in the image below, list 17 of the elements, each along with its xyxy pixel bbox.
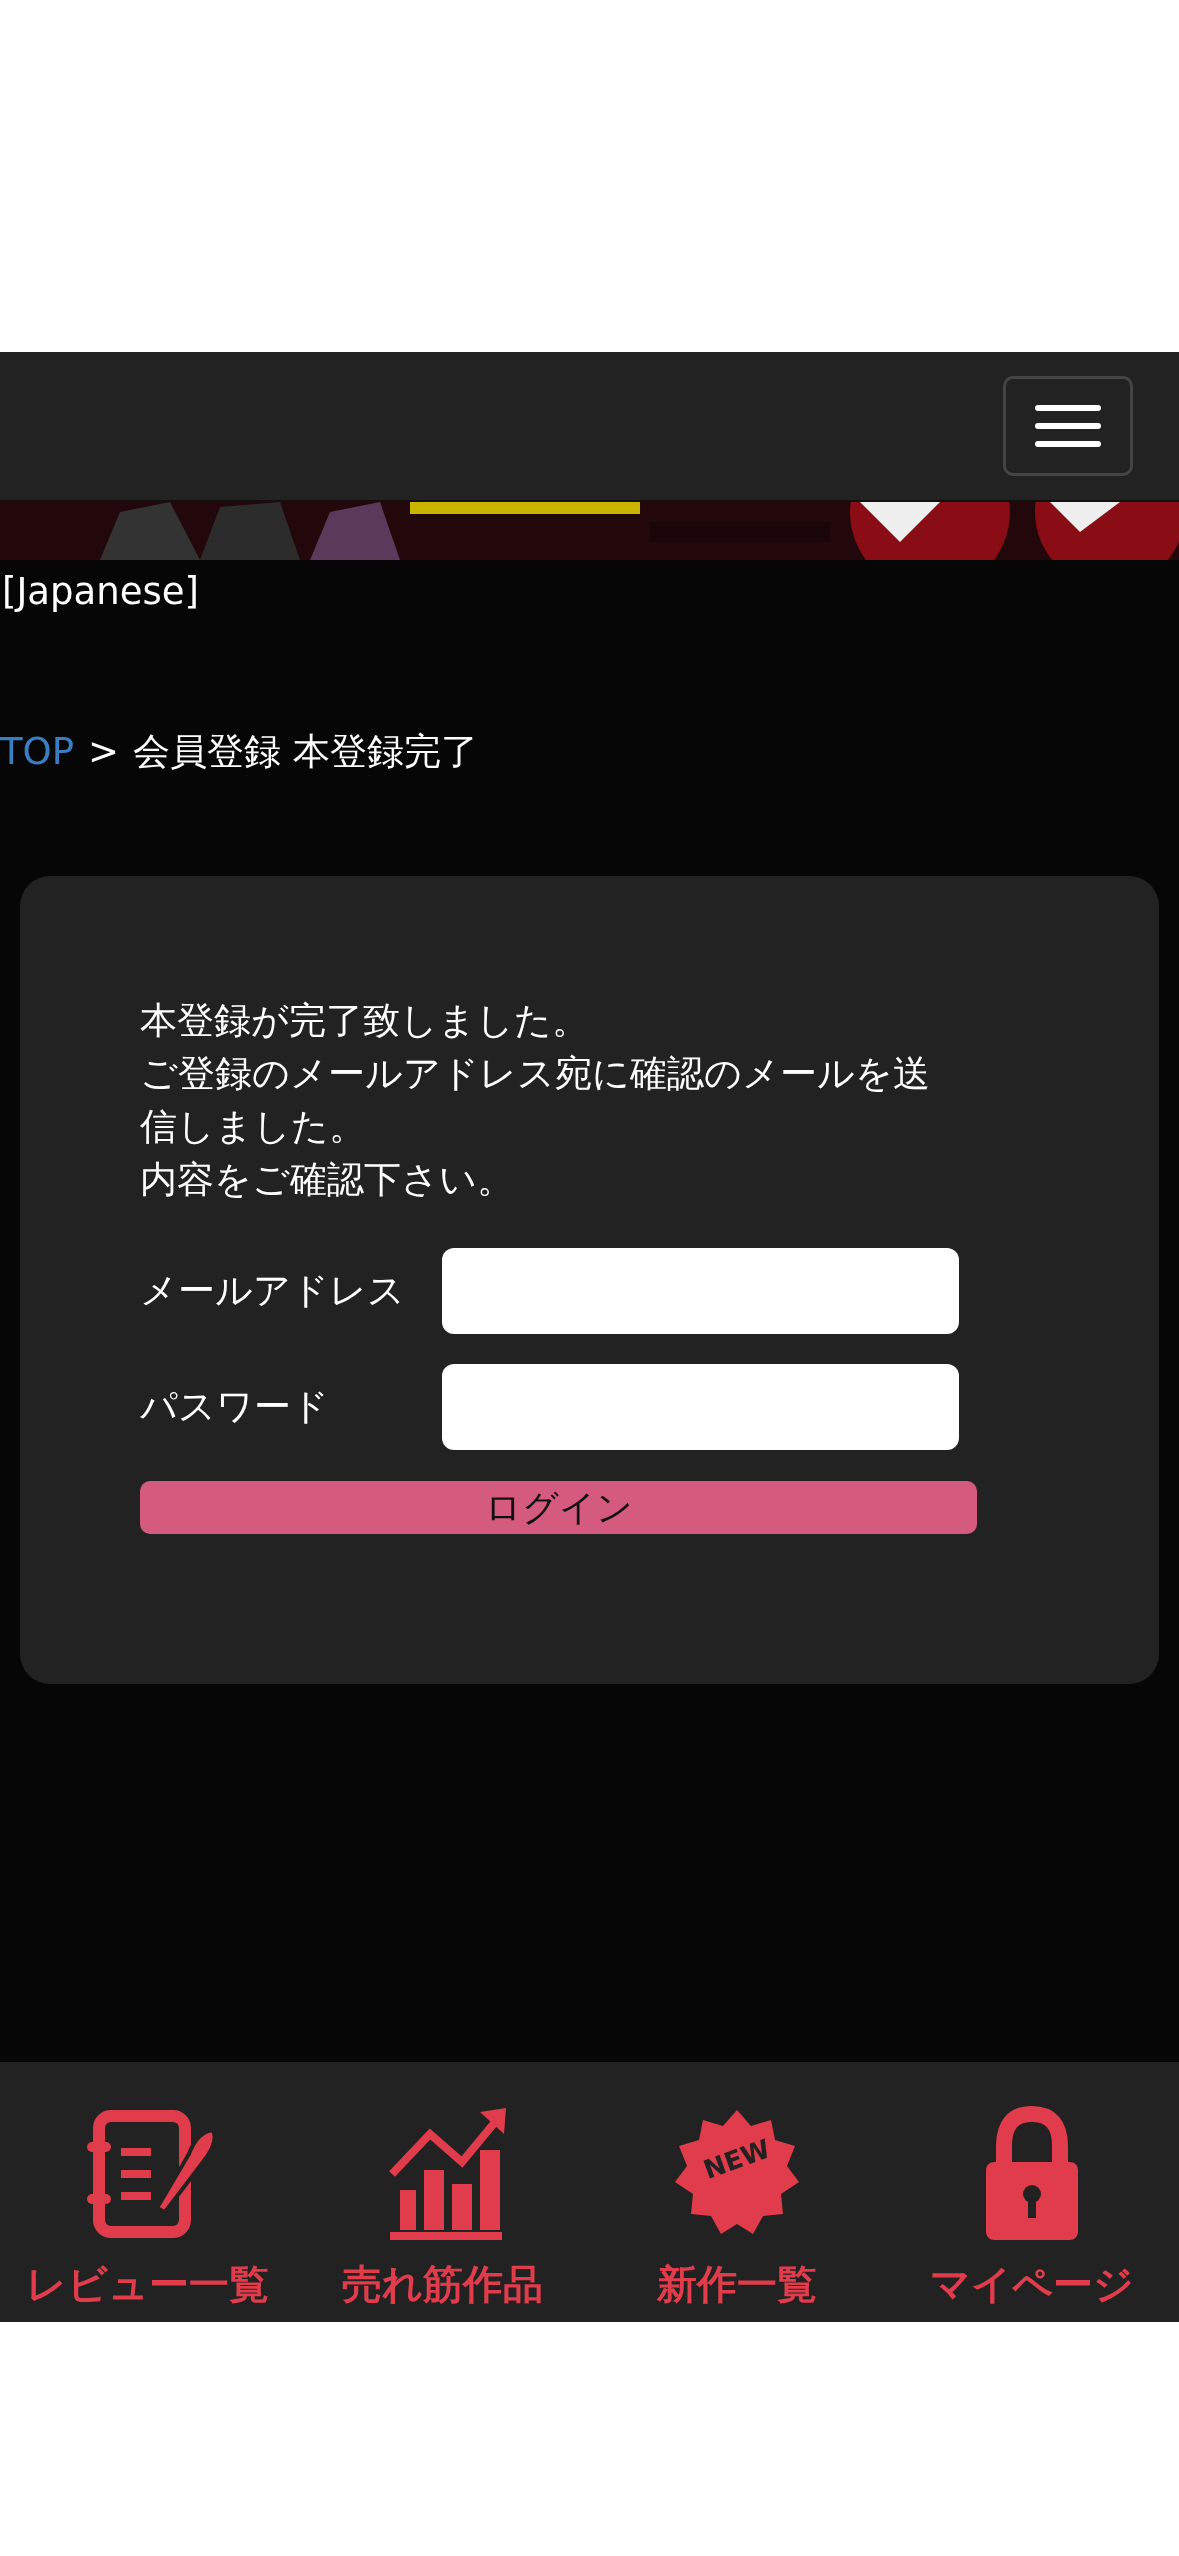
- nav-tab[interactable]: 売れ筋作品: [294, 2062, 590, 2322]
- language-label: [Japanese]: [1, 569, 200, 615]
- breadcrumb-link[interactable]: TOP: [0, 728, 75, 777]
- breadcrumb-current: 会員登録 本登録完了: [133, 729, 478, 776]
- nav-tab[interactable]: マイページ: [884, 2062, 1179, 2322]
- input-field[interactable]: [442, 1248, 959, 1335]
- nav-tab[interactable]: NEW 新作一覧: [589, 2062, 885, 2322]
- breadcrumb-separator: >: [88, 729, 120, 776]
- login-button[interactable]: ログイン: [140, 1481, 977, 1535]
- field-label: パスワード: [140, 1384, 330, 1431]
- menu-button[interactable]: [1003, 376, 1133, 476]
- menu-icon: [1035, 404, 1101, 448]
- input-field[interactable]: [442, 1364, 959, 1451]
- field-label: メールアドレス: [140, 1268, 406, 1315]
- new-label: NEW: [698, 2132, 775, 2187]
- nav-tab[interactable]: レビュー一覧: [0, 2062, 295, 2322]
- confirmation-message: 本登録が完了致しました。 ご登録のメールアドレス宛に確認のメールを送信しました。 内容をご確認下さい。: [140, 998, 931, 1204]
